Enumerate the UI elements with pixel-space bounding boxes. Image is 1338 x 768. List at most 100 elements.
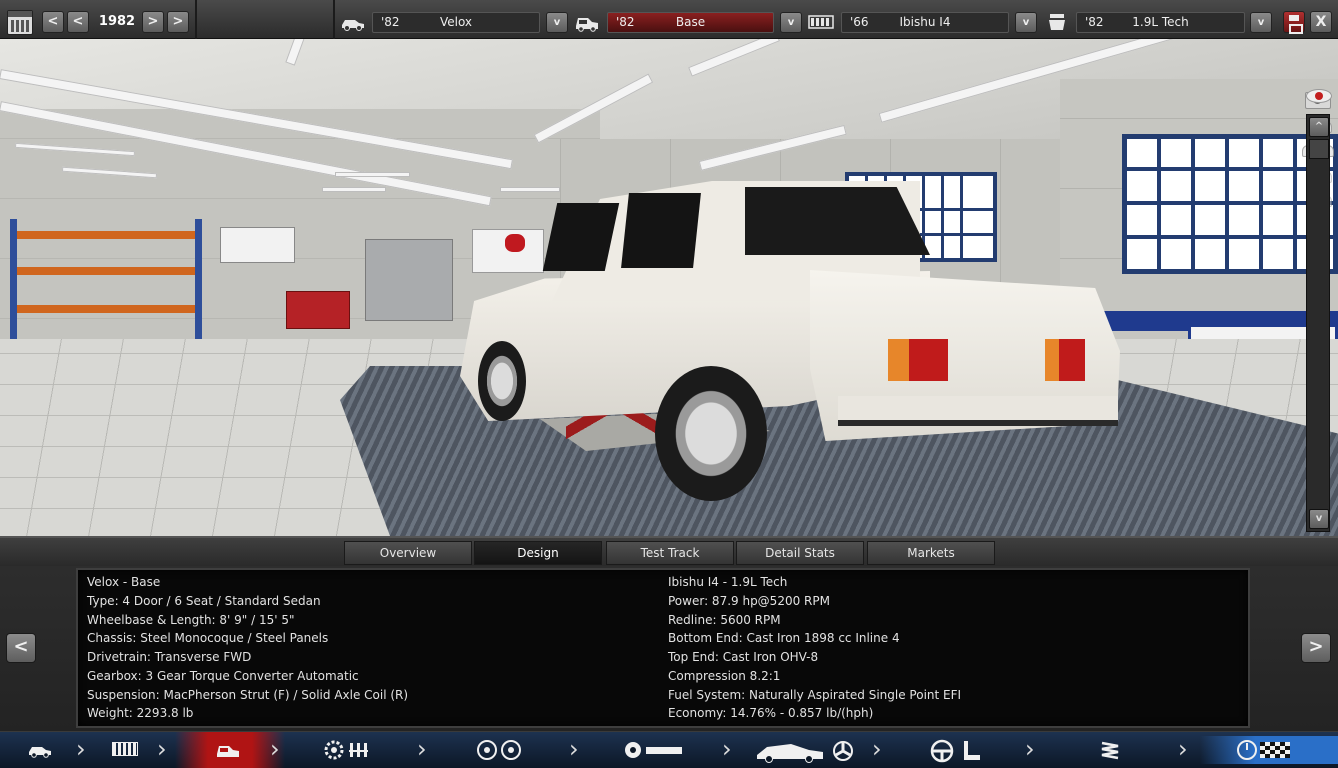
stat-line: Drivetrain: Transverse FWD — [87, 650, 252, 664]
engine-variant-icon — [1049, 14, 1065, 30]
step-suspension[interactable] — [1050, 736, 1170, 764]
stat-line: Fuel System: Naturally Aspirated Single … — [668, 688, 962, 702]
save-icon[interactable] — [1283, 11, 1305, 34]
step-car-model[interactable] — [0, 736, 80, 764]
car-taillight — [1045, 339, 1085, 381]
chevron-right-icon: › — [417, 735, 427, 763]
close-button[interactable]: X — [1310, 11, 1332, 33]
car-parts-icon — [625, 742, 682, 758]
storage-shelf — [10, 219, 202, 344]
model-dropdown-button[interactable]: v — [546, 12, 568, 33]
tab-strip: Overview Design Test Track Detail Stats … — [0, 538, 1338, 566]
tab-overview[interactable]: Overview — [344, 541, 472, 565]
car-3d-viewport[interactable]: ^ v ✕ — [0, 39, 1338, 536]
wheels-icon — [477, 740, 521, 760]
stat-line: Type: 4 Door / 6 Seat / Standard Sedan — [87, 594, 321, 608]
car-taillight — [888, 339, 948, 381]
storage-locker — [365, 239, 453, 321]
steering-seat-icon — [930, 739, 980, 763]
car-wheel — [478, 341, 526, 421]
tab-design[interactable]: Design — [474, 541, 602, 565]
chevron-right-icon: › — [872, 735, 882, 763]
engine-gear-icon — [324, 740, 368, 760]
stat-line: Suspension: MacPherson Strut (F) / Solid… — [87, 688, 409, 702]
step-fixtures[interactable] — [600, 736, 720, 764]
engine-dropdown-button[interactable]: v — [1015, 12, 1037, 33]
year-display: 1982 — [98, 14, 136, 29]
year-forward-button[interactable]: > — [142, 11, 164, 33]
tab-detail-stats[interactable]: Detail Stats — [736, 541, 864, 565]
stat-line: Top End: Cast Iron OHV-8 — [668, 650, 819, 664]
toolbar-divider — [333, 0, 335, 39]
trim-dropdown-button[interactable]: v — [780, 12, 802, 33]
car-model-render — [460, 181, 1120, 501]
car-trim-icon — [576, 18, 598, 32]
step-testing[interactable] — [1200, 736, 1338, 764]
variant-name: 1.9L Tech — [1132, 15, 1189, 29]
engine-name: Ibishu I4 — [899, 15, 951, 29]
shelf-plank — [17, 305, 195, 313]
chevron-right-icon: › — [76, 735, 86, 763]
year-forward-fast-button[interactable]: > — [167, 11, 189, 33]
engine-select[interactable]: '66 Ibishu I4 — [841, 12, 1009, 33]
stat-line: Velox - Base — [87, 575, 161, 589]
year-back-fast-button[interactable]: < — [42, 11, 64, 33]
view-scrollbar[interactable]: ^ v — [1306, 114, 1330, 532]
chevron-right-icon: › — [722, 735, 732, 763]
stat-line: Bottom End: Cast Iron 1898 cc Inline 4 — [668, 631, 900, 645]
tab-markets[interactable]: Markets — [867, 541, 995, 565]
tool-cabinet — [286, 291, 350, 329]
info-panel: Overview Design Test Track Detail Stats … — [0, 536, 1338, 731]
model-name: Velox — [439, 15, 473, 29]
stats-summary: Velox - Base Type: 4 Door / 6 Seat / Sta… — [76, 568, 1250, 728]
chevron-right-icon: › — [569, 735, 579, 763]
scroll-down-button[interactable]: v — [1309, 509, 1329, 529]
scroll-thumb[interactable] — [1309, 139, 1329, 159]
eye-icon[interactable] — [1306, 89, 1332, 103]
car-body-fan-icon — [757, 741, 853, 763]
step-chassis[interactable] — [92, 736, 160, 764]
trim-select[interactable]: '82 Base — [607, 12, 774, 33]
chassis-icon — [112, 742, 138, 756]
ceiling-light — [335, 172, 410, 177]
panel-next-button[interactable]: > — [1301, 633, 1331, 663]
car-wheel — [655, 366, 767, 501]
whiteboard — [220, 227, 295, 263]
stat-line: Power: 87.9 hp@5200 RPM — [668, 594, 830, 608]
shelf-plank — [17, 231, 195, 239]
toolbar-divider — [195, 0, 197, 39]
suspension-spring-icon — [1101, 741, 1119, 760]
step-trim-body[interactable] — [175, 732, 285, 768]
step-engine[interactable] — [300, 736, 410, 764]
stat-line: Compression 8.2:1 — [668, 669, 781, 683]
variant-dropdown-button[interactable]: v — [1250, 12, 1272, 33]
year-back-button[interactable]: < — [67, 11, 89, 33]
step-aero-cooling[interactable] — [745, 736, 865, 764]
chevron-right-icon: › — [270, 735, 280, 763]
stat-line: Redline: 5600 RPM — [668, 613, 781, 627]
calendar-icon[interactable] — [7, 10, 33, 35]
stat-line: Ibishu I4 - 1.9L Tech — [668, 575, 788, 589]
shelf-plank — [17, 267, 195, 275]
chevron-right-icon: › — [1178, 735, 1188, 763]
stat-line: Economy: 14.76% - 0.857 lb/(hph) — [668, 706, 874, 720]
step-interior[interactable] — [900, 736, 1020, 764]
design-steps-nav: › › › › › › › › › — [0, 731, 1338, 768]
stat-line: Chassis: Steel Monocoque / Steel Panels — [87, 631, 329, 645]
engine-block-icon — [808, 15, 834, 29]
panel-prev-button[interactable]: < — [6, 633, 36, 663]
scroll-up-button[interactable]: ^ — [1309, 117, 1329, 137]
trim-name: Base — [675, 15, 706, 29]
stat-line: Weight: 2293.8 lb — [87, 706, 194, 720]
car-window — [621, 193, 701, 268]
stat-line: Wheelbase & Length: 8' 9" / 15' 5" — [87, 613, 295, 627]
model-select[interactable]: '82 Velox — [372, 12, 540, 33]
step-wheels[interactable] — [450, 736, 560, 764]
top-toolbar: < < 1982 > > '82 Velox v '82 Base v '66 … — [0, 0, 1338, 39]
gauge-flag-icon — [1237, 740, 1290, 760]
engine-variant-select[interactable]: '82 1.9L Tech — [1076, 12, 1245, 33]
chevron-right-icon: › — [157, 735, 167, 763]
stat-line: Gearbox: 3 Gear Torque Converter Automat… — [87, 669, 359, 683]
ceiling-light — [322, 187, 386, 192]
tab-test-track[interactable]: Test Track — [606, 541, 734, 565]
